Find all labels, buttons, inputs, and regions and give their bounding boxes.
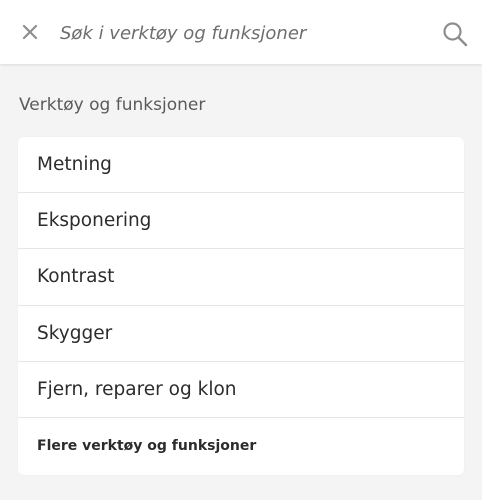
- section-heading: Verktøy og funksjoner: [19, 95, 206, 115]
- list-item-fjern-reparer-klon[interactable]: Fjern, reparer og klon: [18, 362, 464, 418]
- search-input[interactable]: [60, 14, 430, 52]
- search-bar: [0, 0, 482, 64]
- list-item-metning[interactable]: Metning: [18, 137, 464, 194]
- list-item-skygger[interactable]: Skygger: [18, 306, 464, 362]
- list-item-eksponering[interactable]: Eksponering: [18, 193, 464, 250]
- more-tools-link[interactable]: Flere verktøy og funksjoner: [18, 418, 464, 475]
- search-icon[interactable]: [442, 21, 468, 47]
- tools-list: Metning Eksponering Kontrast Skygger Fje…: [18, 137, 464, 475]
- list-item-kontrast[interactable]: Kontrast: [18, 249, 464, 306]
- close-icon[interactable]: [20, 22, 40, 42]
